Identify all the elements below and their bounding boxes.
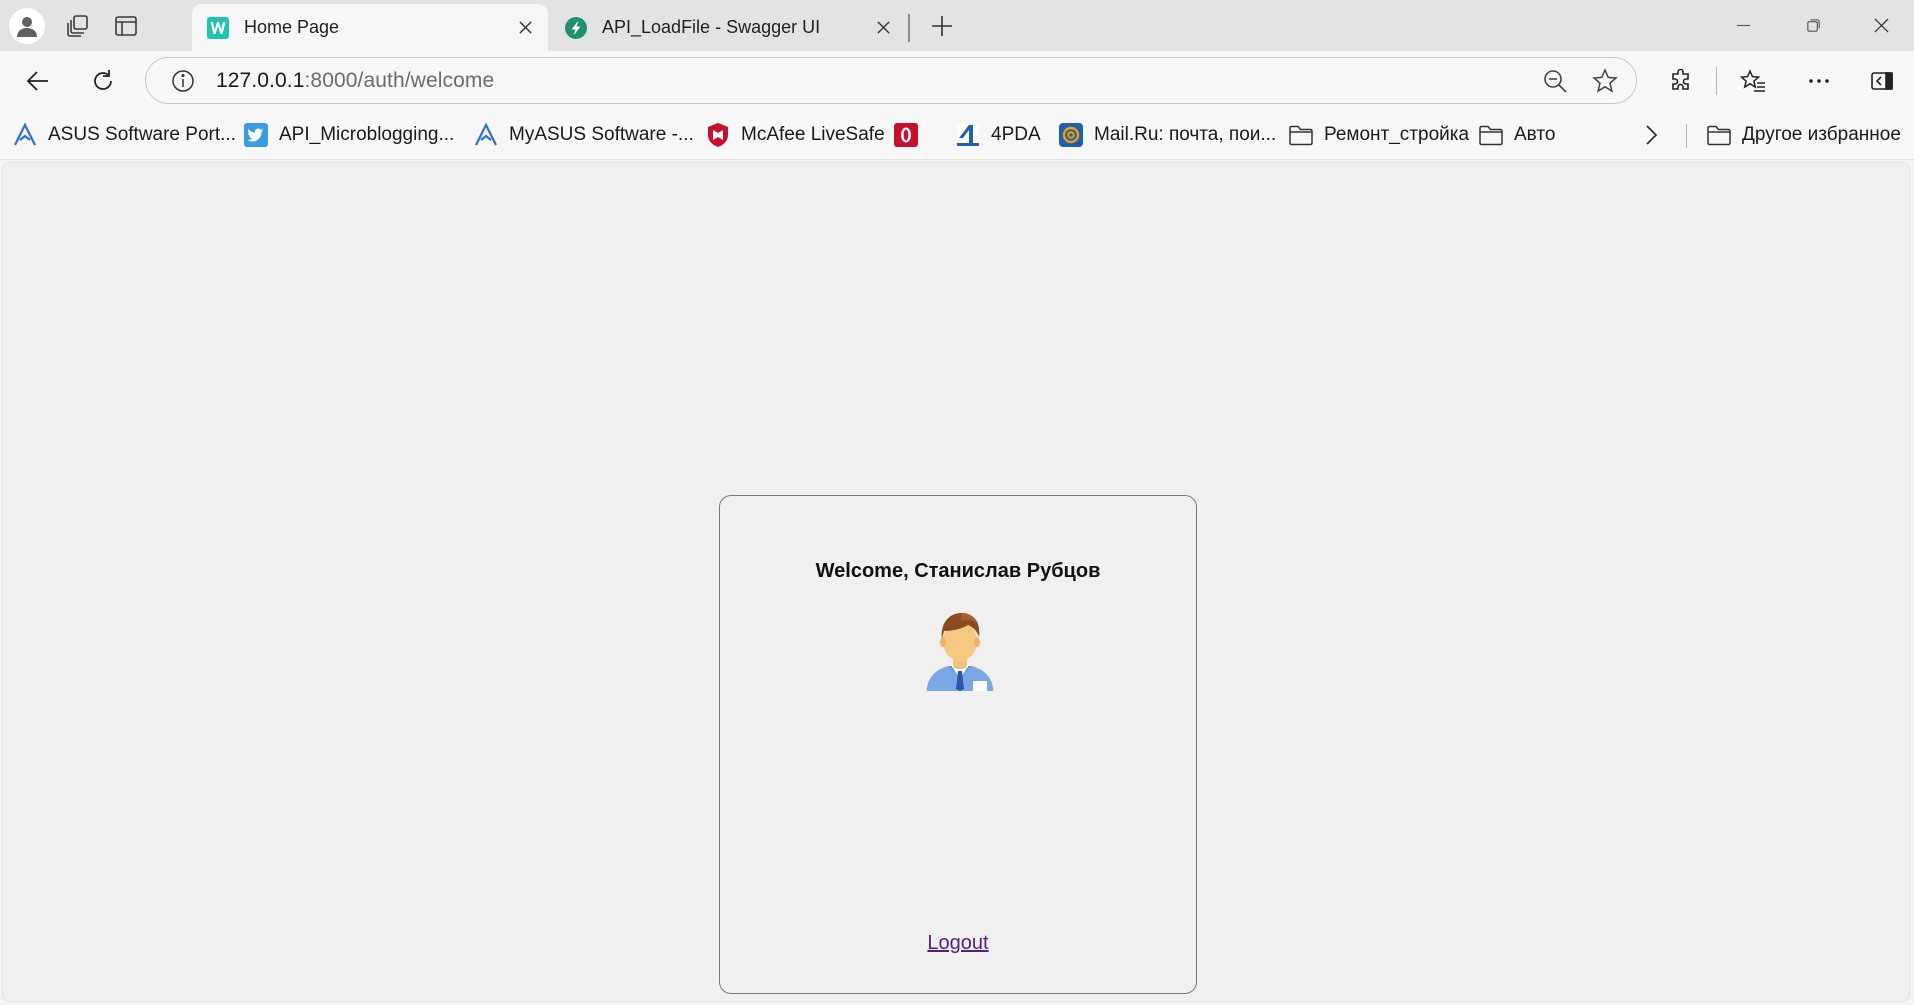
minimize-icon (1736, 24, 1750, 27)
close-icon (1873, 18, 1889, 33)
minimize-button[interactable] (1708, 0, 1778, 51)
4pda-icon (957, 124, 979, 146)
info-icon[interactable] (170, 68, 196, 94)
browser-window: Home Page API_LoadFile - Swagger UI 127.… (0, 0, 1914, 1005)
extensions-button[interactable] (1659, 59, 1703, 103)
logout-link[interactable]: Logout (720, 932, 1196, 955)
workspaces-button[interactable] (54, 0, 102, 51)
favorites-divider (1686, 124, 1687, 148)
back-button[interactable] (16, 59, 60, 103)
add-favorite-button[interactable] (1590, 66, 1620, 96)
bookmark-mcafee[interactable]: McAfee LiveSafe (705, 120, 885, 150)
tab-home-page[interactable]: Home Page (192, 4, 548, 51)
close-window-button[interactable] (1846, 0, 1914, 51)
sidebar-toggle-button[interactable] (1860, 59, 1904, 103)
favorites-icon (1740, 69, 1765, 92)
bookmark-label: Другое избранное (1742, 124, 1901, 145)
vertical-tabs-button[interactable] (102, 0, 150, 51)
swagger-icon (565, 16, 587, 39)
workspaces-icon (67, 14, 88, 37)
close-icon (518, 21, 532, 34)
tab-swagger[interactable]: API_LoadFile - Swagger UI (550, 4, 906, 51)
w-site-icon (207, 16, 229, 39)
puzzle-icon (1672, 68, 1689, 90)
mcafee-icon (708, 123, 728, 147)
bookmark-label: API_Microblogging... (279, 124, 455, 145)
address-bar[interactable]: 127.0.0.1:8000/auth/welcome (145, 57, 1637, 104)
favorites-bar: ASUS Software Port... API_Microblogging.… (0, 110, 1914, 160)
twitter-icon (244, 123, 268, 147)
folder-icon (1707, 125, 1731, 146)
bookmark-label: MyASUS Software -... (509, 124, 694, 145)
close-icon (876, 21, 890, 34)
settings-menu-button[interactable] (1797, 59, 1841, 103)
profile-icon (9, 7, 45, 44)
close-tab-button[interactable] (872, 17, 894, 39)
url-path: :8000/auth/welcome (304, 68, 495, 92)
user-avatar-icon (927, 613, 993, 691)
folder-icon (1289, 125, 1313, 146)
welcome-card: Welcome, Станислав Рубцов Logout (719, 495, 1197, 994)
tab-actions-icon (115, 15, 137, 36)
folder-icon (1479, 125, 1503, 146)
bookmark-api-microblogging[interactable]: API_Microblogging... (243, 120, 454, 150)
url-text: 127.0.0.1:8000/auth/welcome (216, 69, 494, 93)
bookmark-label: 4PDA (991, 124, 1041, 145)
new-tab-button[interactable] (920, 6, 964, 46)
refresh-icon (94, 70, 112, 90)
favorites-button[interactable] (1731, 59, 1775, 103)
asus-icon (475, 122, 497, 146)
plus-icon (932, 16, 952, 36)
bookmark-mailru[interactable]: Mail.Ru: почта, пои... (1058, 120, 1276, 150)
more-icon (1809, 79, 1829, 83)
opera-icon (894, 123, 918, 147)
asus-icon (14, 122, 36, 146)
arrow-left-icon (26, 71, 48, 91)
zoom-out-icon (1544, 70, 1567, 93)
restore-icon (1806, 19, 1820, 32)
welcome-heading: Welcome, Станислав Рубцов (815, 560, 1101, 582)
mailru-icon (1059, 123, 1083, 147)
tab-separator (908, 14, 910, 42)
bookmark-other-favorites[interactable]: Другое избранное (1706, 120, 1901, 150)
bookmark-label: McAfee LiveSafe (741, 124, 885, 145)
bookmark-label: Mail.Ru: почта, пои... (1094, 124, 1277, 145)
bookmark-label: ASUS Software Port... (48, 124, 236, 145)
toolbar-divider (1716, 67, 1717, 95)
refresh-button[interactable] (81, 59, 125, 103)
tab-title: API_LoadFile - Swagger UI (602, 17, 821, 37)
sidebar-icon (1871, 72, 1893, 90)
bookmark-opera[interactable] (893, 120, 929, 150)
bookmark-label: Ремонт_стройка (1324, 124, 1470, 145)
restore-button[interactable] (1778, 0, 1848, 51)
close-tab-button[interactable] (514, 17, 536, 39)
bookmark-folder-remont[interactable]: Ремонт_стройка (1288, 120, 1469, 150)
bookmark-asus-software[interactable]: ASUS Software Port... (12, 120, 236, 150)
star-icon (1592, 68, 1618, 93)
zoom-button[interactable] (1540, 66, 1570, 96)
profile-button[interactable] (0, 0, 54, 51)
bookmark-myasus-software[interactable]: MyASUS Software -... (473, 120, 694, 150)
page-viewport: Welcome, Станислав Рубцов Logout (2, 162, 1910, 1002)
tab-title: Home Page (244, 17, 340, 37)
bookmark-4pda[interactable]: 4PDA (955, 120, 1041, 150)
url-host: 127.0.0.1 (216, 68, 305, 92)
chevron-right-icon[interactable] (1638, 122, 1664, 148)
navigation-toolbar: 127.0.0.1:8000/auth/welcome (0, 51, 1914, 110)
bookmark-label: Авто (1514, 124, 1556, 145)
bookmark-folder-avto[interactable]: Авто (1478, 120, 1555, 150)
